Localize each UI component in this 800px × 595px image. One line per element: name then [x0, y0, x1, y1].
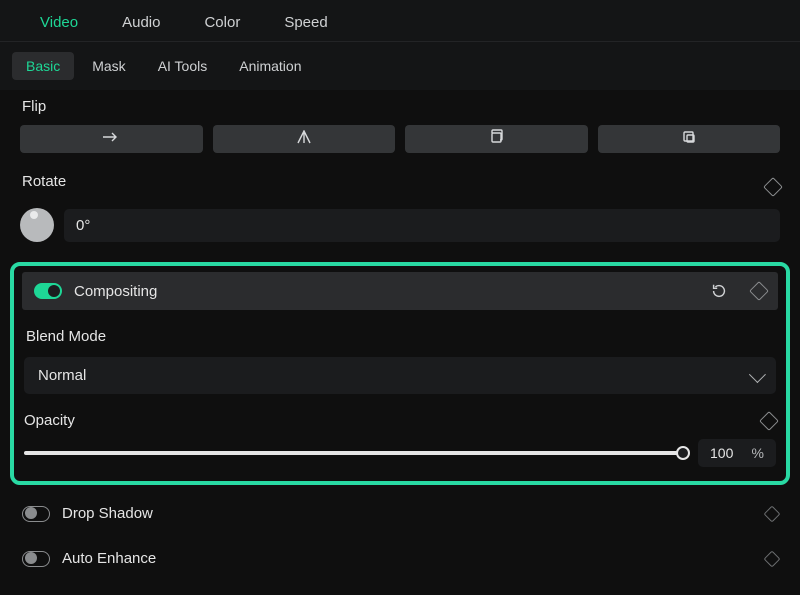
tab-color[interactable]: Color [182, 4, 262, 41]
duplicate-button[interactable] [598, 125, 781, 153]
opacity-value: 100 [710, 445, 733, 461]
flip-vertical-icon [295, 130, 313, 149]
sub-tabbar: Basic Mask AI Tools Animation [0, 42, 800, 90]
copy-icon [488, 129, 504, 150]
flip-label: Flip [20, 90, 780, 125]
tab-video[interactable]: Video [18, 4, 100, 41]
rotate-dial[interactable] [20, 208, 54, 242]
rotate-label: Rotate [20, 173, 68, 200]
opacity-slider[interactable] [24, 451, 684, 455]
subtab-mask[interactable]: Mask [78, 52, 139, 80]
chevron-down-icon [749, 366, 766, 383]
compositing-header: Compositing [22, 272, 778, 310]
drop-shadow-label: Drop Shadow [62, 505, 754, 522]
copy-button[interactable] [405, 125, 588, 153]
opacity-unit: % [752, 445, 764, 461]
subtab-aitools[interactable]: AI Tools [144, 52, 222, 80]
opacity-slider-thumb[interactable] [676, 446, 690, 460]
flip-vertical-button[interactable] [213, 125, 396, 153]
compositing-keyframe-button[interactable] [749, 281, 769, 301]
compositing-toggle[interactable] [34, 283, 62, 299]
blend-mode-value: Normal [38, 367, 86, 384]
tab-speed[interactable]: Speed [262, 4, 349, 41]
auto-enhance-toggle[interactable] [22, 551, 50, 567]
tab-audio[interactable]: Audio [100, 4, 182, 41]
subtab-animation[interactable]: Animation [225, 52, 315, 80]
rotate-value-field[interactable]: 0° [64, 209, 780, 242]
rotate-keyframe-button[interactable] [763, 177, 783, 197]
blend-mode-label: Blend Mode [24, 310, 776, 357]
auto-enhance-keyframe-button[interactable] [764, 550, 781, 567]
compositing-section: Compositing Blend Mode Normal Opacity [10, 262, 790, 485]
auto-enhance-label: Auto Enhance [62, 550, 754, 567]
opacity-keyframe-button[interactable] [759, 411, 779, 431]
compositing-label: Compositing [74, 283, 698, 300]
drop-shadow-row: Drop Shadow [20, 499, 780, 528]
top-tabbar: Video Audio Color Speed [0, 0, 800, 42]
duplicate-icon [681, 129, 697, 150]
opacity-label: Opacity [24, 412, 75, 429]
drop-shadow-keyframe-button[interactable] [764, 505, 781, 522]
flip-horizontal-button[interactable] [20, 125, 203, 153]
drop-shadow-toggle[interactable] [22, 506, 50, 522]
flip-horizontal-icon [102, 130, 120, 149]
auto-enhance-row: Auto Enhance [20, 544, 780, 573]
blend-mode-select[interactable]: Normal [24, 357, 776, 394]
subtab-basic[interactable]: Basic [12, 52, 74, 80]
flip-row [20, 125, 780, 153]
opacity-value-field[interactable]: 100 % [698, 439, 776, 467]
compositing-reset-button[interactable] [710, 282, 728, 300]
